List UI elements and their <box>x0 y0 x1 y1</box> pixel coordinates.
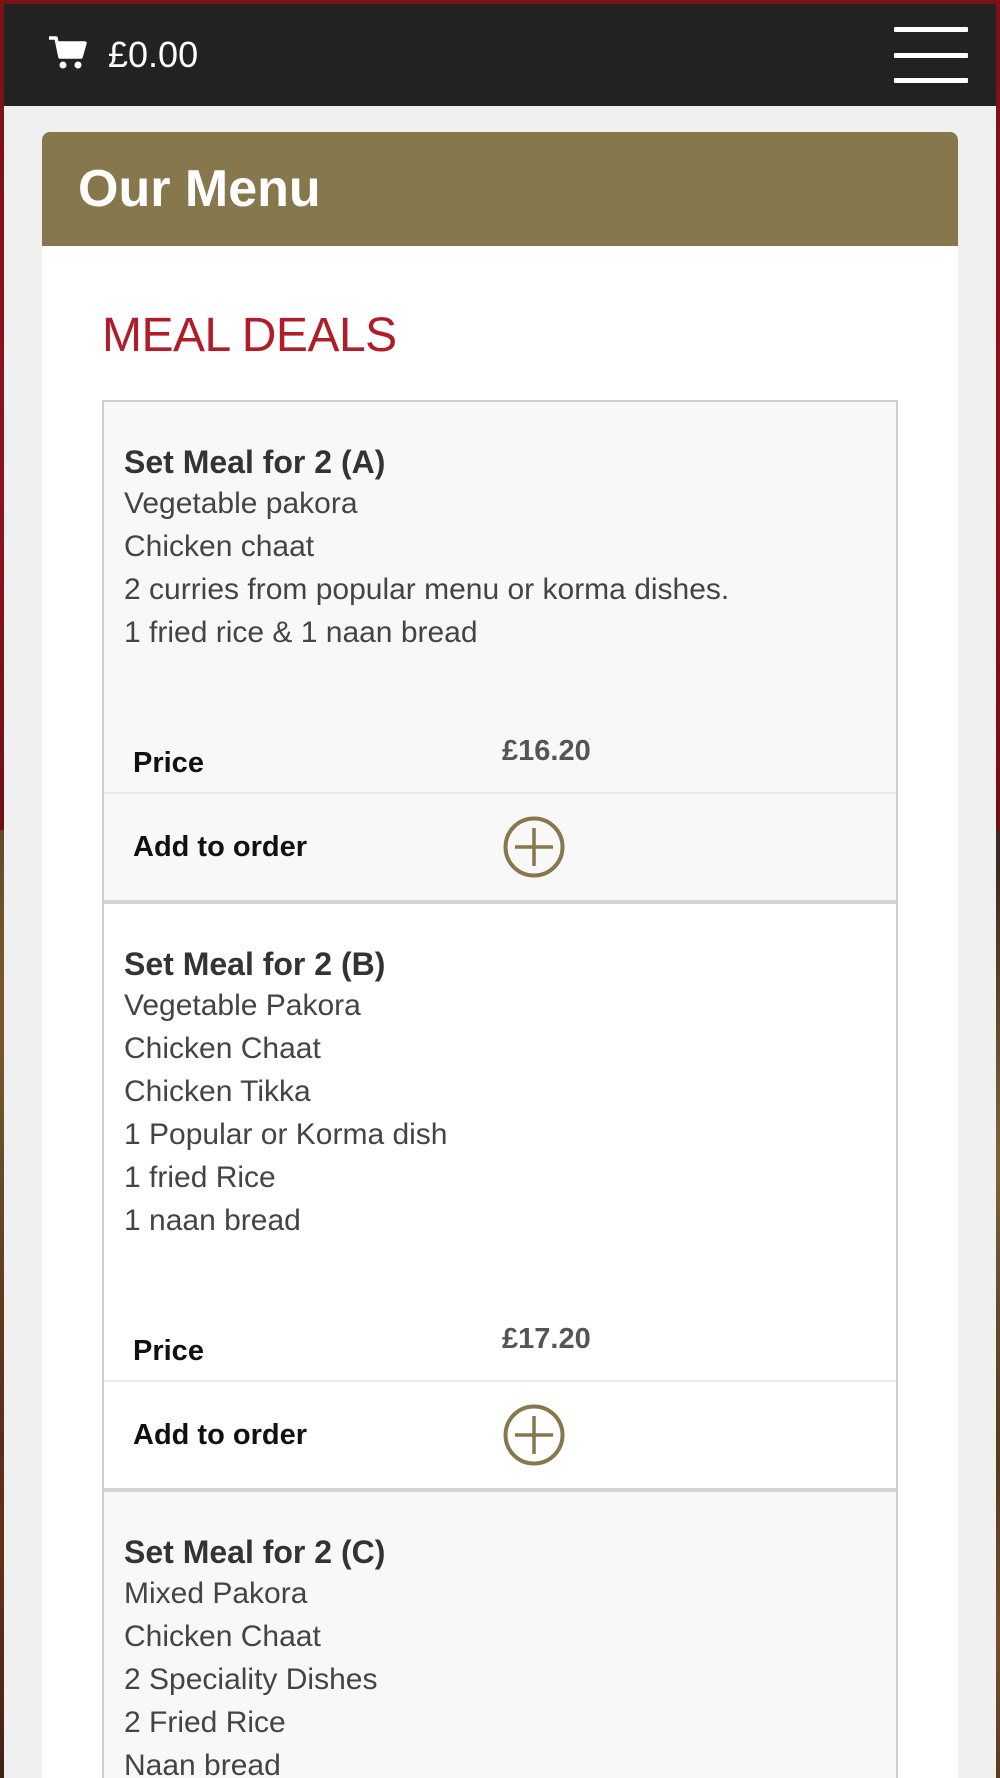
add-to-order-button[interactable] <box>503 1404 565 1466</box>
plus-circle-icon <box>503 816 565 878</box>
hamburger-menu-icon[interactable] <box>894 27 968 83</box>
cart-button[interactable]: £0.00 <box>48 34 198 76</box>
meal-deal-item: 1 fried Rice <box>124 1161 276 1194</box>
meal-deal-item: Chicken Chaat <box>124 1032 321 1065</box>
price-label: Price <box>133 746 204 779</box>
meal-deal-description: Set Meal for 2 (A) Vegetable pakora Chic… <box>104 402 896 654</box>
meal-deal-name: Set Meal for 2 (A) <box>124 444 386 480</box>
meal-deal-item: 1 fried rice & 1 naan bread <box>124 616 478 649</box>
section-title: MEAL DEALS <box>102 309 397 362</box>
add-to-order-label: Add to order <box>133 1418 307 1451</box>
meal-deal-name: Set Meal for 2 (B) <box>124 946 386 982</box>
shopping-cart-icon <box>48 35 88 76</box>
meal-deal-description: Set Meal for 2 (B) Vegetable Pakora Chic… <box>104 904 896 1242</box>
hamburger-line <box>894 27 968 32</box>
meal-deal-item: 1 Popular or Korma dish <box>124 1118 448 1151</box>
meal-deal-item: Chicken Chaat <box>124 1620 321 1653</box>
menu-panel: Our Menu MEAL DEALS Set Meal for 2 (A) V… <box>42 132 958 1778</box>
price-row: Price £17.20 <box>104 1306 896 1380</box>
meal-deal-card: Set Meal for 2 (A) Vegetable pakora Chic… <box>104 402 896 900</box>
add-to-order-row: Add to order <box>104 1380 896 1488</box>
meal-deal-item: Chicken chaat <box>124 530 315 563</box>
meal-deal-name: Set Meal for 2 (C) <box>124 1534 386 1570</box>
meal-deal-item: Mixed Pakora <box>124 1577 308 1610</box>
panel-heading: Our Menu <box>42 132 958 246</box>
page-title: Our Menu <box>78 160 321 218</box>
hamburger-line <box>894 52 968 58</box>
meal-deal-card: Set Meal for 2 (B) Vegetable Pakora Chic… <box>104 900 896 1488</box>
price-value: £16.20 <box>502 734 591 767</box>
page-content: Our Menu MEAL DEALS Set Meal for 2 (A) V… <box>4 106 996 1778</box>
meal-deal-item: 2 curries from popular menu or korma dis… <box>124 573 730 606</box>
meal-deal-item: Naan bread <box>124 1749 281 1778</box>
price-row: Price £16.20 <box>104 718 896 792</box>
meal-deal-card: Set Meal for 2 (C) Mixed Pakora Chicken … <box>104 1488 896 1778</box>
add-to-order-button[interactable] <box>503 816 565 878</box>
price-value: £17.20 <box>502 1322 591 1355</box>
plus-circle-icon <box>503 1404 565 1466</box>
meal-deal-item: 2 Speciality Dishes <box>124 1663 378 1696</box>
top-navbar: £0.00 <box>4 4 996 106</box>
hamburger-line <box>894 78 968 83</box>
meal-deal-item: Vegetable Pakora <box>124 989 361 1022</box>
meal-deal-item: Vegetable pakora <box>124 487 358 520</box>
add-to-order-row: Add to order <box>104 792 896 900</box>
price-label: Price <box>133 1334 204 1367</box>
meal-deal-item: 2 Fried Rice <box>124 1706 286 1739</box>
meal-deal-description: Set Meal for 2 (C) Mixed Pakora Chicken … <box>104 1492 896 1778</box>
cart-total: £0.00 <box>108 34 199 75</box>
meal-deals-list: Set Meal for 2 (A) Vegetable pakora Chic… <box>102 400 898 1778</box>
add-to-order-label: Add to order <box>133 830 307 863</box>
meal-deal-item: 1 naan bread <box>124 1204 301 1237</box>
meal-deal-item: Chicken Tikka <box>124 1075 311 1108</box>
